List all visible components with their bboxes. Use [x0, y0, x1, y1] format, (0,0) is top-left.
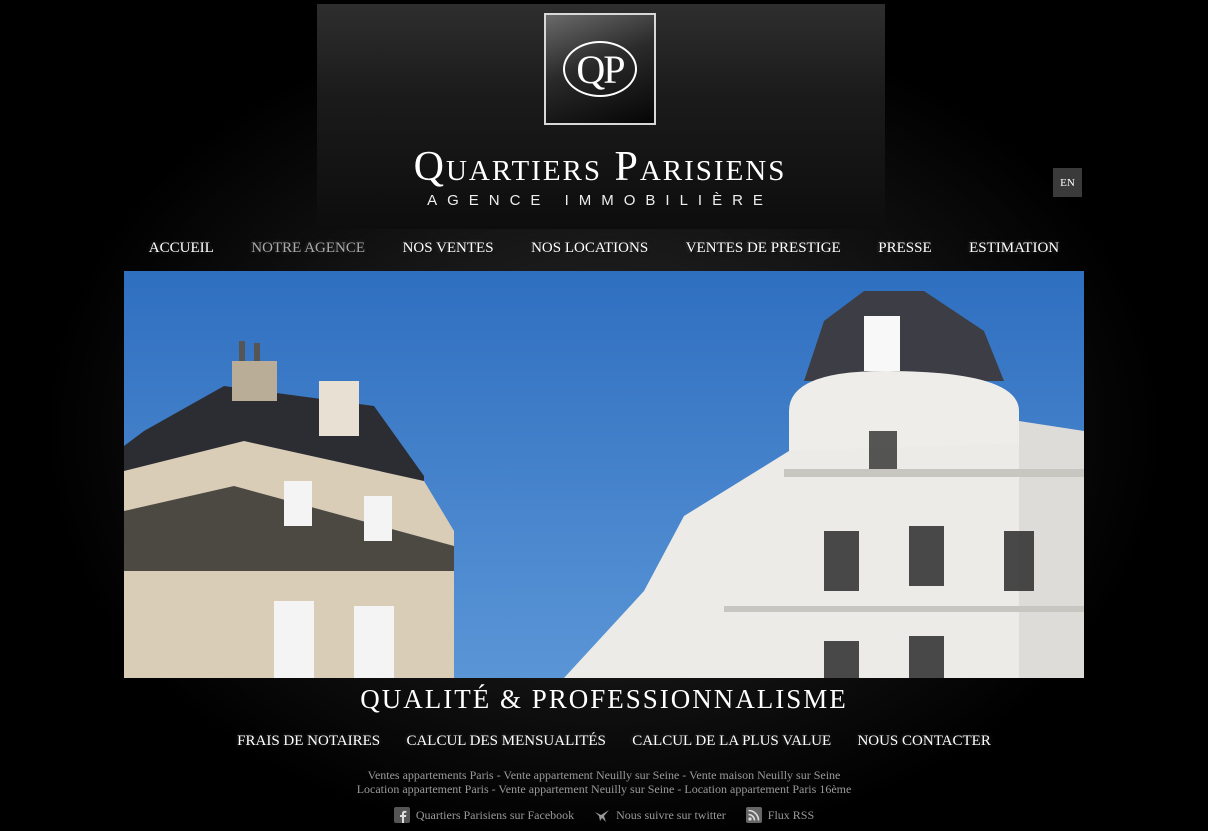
main-nav: ACCUEIL NOTRE AGENCE NOS VENTES NOS LOCA…	[124, 236, 1084, 260]
slogan: QUALITÉ & PROFESSIONNALISME	[360, 684, 848, 714]
twitter-link[interactable]: Nous suivre sur twitter	[594, 807, 726, 823]
facebook-icon	[393, 807, 410, 823]
nav-item-accueil[interactable]: ACCUEIL	[149, 240, 214, 257]
seo-links-line-2[interactable]: Location appartement Paris - Vente appar…	[300, 782, 908, 797]
seo-links-line-1[interactable]: Ventes appartements Paris - Vente appart…	[300, 768, 908, 783]
twitter-bird-icon	[595, 810, 610, 822]
link-frais-de-notaires[interactable]: FRAIS DE NOTAIRES	[237, 733, 380, 750]
paris-buildings-illustration	[124, 271, 1084, 678]
brand-tagline: AGENCE IMMOBILIÈRE	[427, 192, 773, 209]
link-calcul-des-mensualites[interactable]: CALCUL DES MENSUALITÉS	[406, 733, 605, 750]
twitter-link-label: Nous suivre sur twitter	[616, 807, 726, 822]
rss-icon	[745, 807, 762, 823]
logo[interactable]: QP	[544, 13, 656, 125]
secondary-nav: FRAIS DE NOTAIRES CALCUL DES MENSUALITÉS…	[224, 730, 1004, 752]
nav-item-notre-agence[interactable]: NOTRE AGENCE	[251, 240, 365, 257]
rss-link-label: Flux RSS	[767, 807, 815, 822]
rss-link[interactable]: Flux RSS	[745, 807, 815, 823]
nav-item-nos-locations[interactable]: NOS LOCATIONS	[531, 240, 648, 257]
link-nous-contacter[interactable]: NOUS CONTACTER	[857, 733, 990, 750]
nav-item-estimation[interactable]: ESTIMATION	[969, 240, 1059, 257]
nav-item-nos-ventes[interactable]: NOS VENTES	[403, 240, 494, 257]
facebook-link-label: Quartiers Parisiens sur Facebook	[415, 807, 575, 822]
nav-item-presse[interactable]: PRESSE	[878, 240, 931, 257]
language-switch-button[interactable]: EN	[1053, 168, 1082, 197]
nav-item-ventes-de-prestige[interactable]: VENTES DE PRESTIGE	[686, 240, 841, 257]
brand-name: Quartiers Parisiens	[413, 144, 787, 190]
hero-image	[124, 271, 1084, 678]
logo-monogram: QP	[563, 41, 637, 97]
social-links: Quartiers Parisiens sur Facebook Nous su…	[300, 806, 908, 824]
facebook-link[interactable]: Quartiers Parisiens sur Facebook	[393, 807, 575, 823]
link-calcul-de-la-plus-value[interactable]: CALCUL DE LA PLUS VALUE	[632, 733, 831, 750]
